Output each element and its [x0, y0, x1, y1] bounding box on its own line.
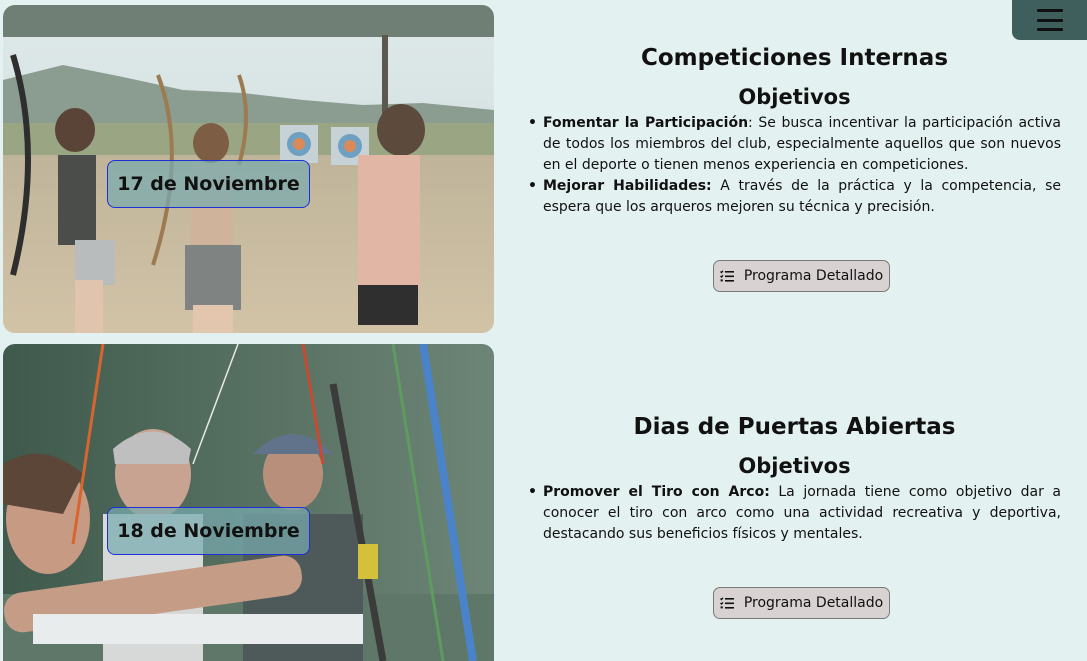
objective-item: Promover el Tiro con Arco: La jornada ti…: [528, 482, 1061, 545]
objectives-list: Promover el Tiro con Arco: La jornada ti…: [528, 482, 1061, 545]
event-title: Competiciones Internas: [640, 45, 949, 71]
detailed-program-button[interactable]: Programa Detallado: [713, 260, 890, 292]
objective-item: Fomentar la Participación: Se busca ince…: [528, 113, 1061, 176]
event-card-1: 17 de Noviembre Competiciones Internas O…: [3, 5, 1087, 333]
hamburger-menu-icon: [1036, 9, 1063, 31]
detailed-program-label: Programa Detallado: [743, 268, 884, 284]
objective-item: Mejorar Habilidades: A través de la prác…: [528, 176, 1061, 218]
checklist-icon: [719, 597, 734, 609]
event-info: Competiciones Internas Objetivos Fomenta…: [528, 45, 1061, 218]
checklist-icon: [719, 270, 734, 282]
objectives-heading: Objetivos: [738, 85, 851, 109]
objectives-list: Fomentar la Participación: Se busca ince…: [528, 113, 1061, 218]
detailed-program-label: Programa Detallado: [743, 595, 884, 611]
objectives-heading: Objetivos: [738, 454, 851, 478]
event-date-badge: 17 de Noviembre: [107, 160, 310, 208]
event-info: Dias de Puertas Abiertas Objetivos Promo…: [528, 414, 1061, 545]
event-title: Dias de Puertas Abiertas: [633, 414, 956, 440]
event-photo-archers-aiming: [3, 344, 494, 661]
event-card-2: 18 de Noviembre Dias de Puertas Abiertas…: [3, 344, 1087, 661]
event-date-badge: 18 de Noviembre: [107, 507, 310, 555]
menu-button[interactable]: [1012, 0, 1087, 40]
archers-aiming-photo: [3, 344, 494, 661]
detailed-program-button[interactable]: Programa Detallado: [713, 587, 890, 619]
